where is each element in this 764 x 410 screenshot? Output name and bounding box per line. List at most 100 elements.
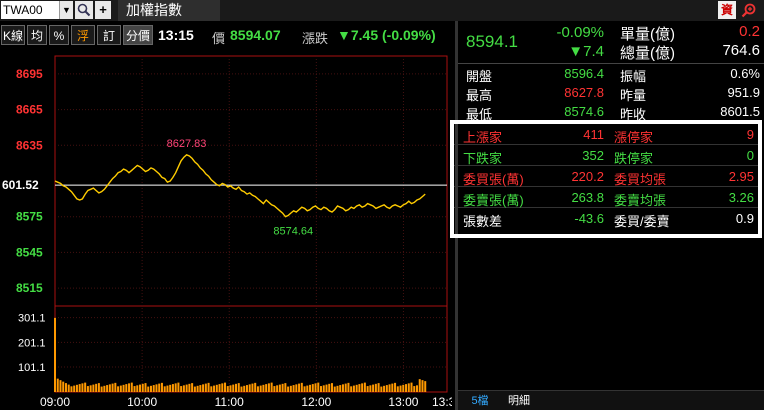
y-tick-label: 8515 bbox=[16, 281, 43, 295]
volume-bar bbox=[144, 383, 147, 392]
price-label: 價 bbox=[212, 31, 226, 46]
volume-bar bbox=[86, 386, 89, 392]
chart-grid bbox=[54, 55, 448, 393]
tab-details[interactable]: 明細 bbox=[504, 393, 534, 409]
volume-bar bbox=[56, 378, 59, 392]
volume-bar bbox=[141, 383, 144, 392]
volume-bar bbox=[410, 382, 413, 392]
volume-bar bbox=[229, 385, 232, 392]
volume-bar bbox=[270, 382, 273, 392]
volume-bar bbox=[262, 384, 265, 392]
volume-bar bbox=[369, 385, 372, 392]
breadth-row-up: 上漲家 411 漲停家 9 bbox=[454, 124, 758, 145]
price-value: 8594.07 bbox=[230, 27, 281, 43]
average-button[interactable]: 均 bbox=[27, 25, 47, 45]
volume-bar bbox=[224, 382, 227, 392]
quote-row-open: 開盤 8596.4 振幅 0.6% bbox=[458, 65, 764, 84]
volume-tick-label: 201.1 bbox=[18, 337, 46, 349]
volume-bar bbox=[84, 382, 87, 392]
volume-bar bbox=[405, 384, 408, 392]
symbol-dropdown-button[interactable]: ▼ bbox=[59, 1, 73, 19]
prev-close-value: 8601.5 bbox=[720, 104, 760, 119]
order-button[interactable]: 訂 bbox=[97, 25, 121, 45]
volume-bar bbox=[67, 384, 70, 392]
volume-bar bbox=[89, 385, 92, 392]
y-tick-label: 8545 bbox=[16, 245, 43, 259]
volume-bar bbox=[75, 384, 78, 392]
volume-bar bbox=[149, 385, 152, 392]
volume-bar bbox=[322, 385, 325, 392]
percent-button[interactable]: % bbox=[49, 25, 69, 45]
chart-toolbar: K線 均 % 浮 訂 分價 13:15 價 8594.07 漲跌 ▼7.45 (… bbox=[0, 24, 452, 46]
volume-bar bbox=[374, 383, 377, 392]
high-label: 8627.83 bbox=[167, 138, 207, 150]
quote-row-low: 最低 8574.6 昨收 8601.5 bbox=[458, 103, 764, 122]
volume-bar bbox=[341, 384, 344, 392]
volume-bar bbox=[122, 384, 125, 392]
volume-bar bbox=[265, 384, 268, 392]
unit-volume-label: 單量(億) bbox=[620, 26, 675, 43]
volume-bar bbox=[273, 386, 276, 392]
add-button[interactable]: + bbox=[95, 1, 111, 19]
volume-bar bbox=[174, 383, 177, 392]
search-button[interactable] bbox=[75, 1, 93, 19]
bid-volume-value: 220.2 bbox=[571, 169, 604, 184]
change-value: ▼7.45 (-0.09%) bbox=[337, 27, 436, 43]
tab-five-levels[interactable]: 5檔 bbox=[468, 393, 492, 409]
volume-bar bbox=[59, 380, 62, 392]
volume-bar bbox=[333, 386, 336, 392]
advancers-label: 上漲家 bbox=[463, 130, 503, 145]
volume-bar bbox=[218, 384, 221, 392]
volume-bar bbox=[421, 380, 424, 392]
volume-bar bbox=[399, 385, 402, 392]
magnifier-zoom-icon bbox=[741, 3, 756, 18]
intraday-chart[interactable]: 8695 8665 8635 601.52 8575 8545 8515 301.1 201.… bbox=[0, 48, 452, 410]
volume-bar bbox=[380, 386, 383, 392]
x-tick-label: 09:00 bbox=[40, 395, 70, 409]
volume-bar bbox=[309, 384, 312, 392]
volume-bar bbox=[70, 386, 73, 392]
volume-bar bbox=[407, 383, 410, 392]
volume-bar bbox=[289, 385, 292, 392]
symbol-input[interactable]: TWA00 bbox=[1, 1, 59, 19]
volume-bar bbox=[139, 384, 142, 392]
volume-bar bbox=[92, 384, 95, 392]
last-price: 8594.1 bbox=[466, 32, 518, 51]
total-volume-label: 總量(億) bbox=[620, 45, 675, 62]
volume-bar bbox=[394, 382, 397, 392]
volume-bar bbox=[267, 383, 270, 392]
volume-bar bbox=[78, 384, 81, 392]
y-tick-label: 8575 bbox=[16, 210, 43, 224]
volume-bar bbox=[81, 383, 84, 392]
zoom-button[interactable] bbox=[738, 1, 760, 19]
volume-bar bbox=[166, 385, 169, 392]
volume-bar bbox=[182, 385, 185, 392]
breadth-row-diff: 張數差 -43.6 委買/委賣 0.9 bbox=[454, 208, 758, 229]
y-tick-label: 8635 bbox=[16, 138, 43, 152]
float-button[interactable]: 浮 bbox=[71, 25, 95, 45]
volume-bar bbox=[383, 385, 386, 392]
volume-bar bbox=[125, 384, 128, 392]
volume-bar bbox=[366, 386, 369, 392]
volume-bar bbox=[169, 384, 172, 392]
volume-bar bbox=[226, 386, 229, 392]
open-label: 開盤 bbox=[466, 69, 493, 84]
panel-tabs: 5檔 明細 bbox=[458, 390, 764, 410]
quote-row-high: 最高 8627.8 昨量 951.9 bbox=[458, 84, 764, 103]
high-value: 8627.8 bbox=[564, 85, 604, 100]
volume-bar bbox=[177, 382, 180, 392]
volume-bar bbox=[281, 383, 284, 392]
quote-panel: 8594.1 -0.09% ▼7.4 單量(億) 0.2 總量(億) 764.6… bbox=[450, 21, 764, 410]
info-button[interactable]: 資 bbox=[718, 1, 736, 19]
volume-bar bbox=[130, 382, 133, 392]
volume-bar bbox=[106, 385, 109, 392]
kline-button[interactable]: K線 bbox=[1, 25, 25, 45]
breadth-row-down: 下跌家 352 跌停家 0 bbox=[454, 145, 758, 166]
ask-average-label: 委賣均張 bbox=[614, 193, 667, 208]
price-distribution-button[interactable]: 分價 bbox=[123, 25, 153, 45]
volume-bar bbox=[372, 384, 375, 392]
volume-bar bbox=[243, 385, 246, 392]
ask-average-value: 3.26 bbox=[728, 190, 754, 205]
volume-bar bbox=[248, 384, 251, 392]
time-axis: 09:00 10:00 11:00 12:00 13:00 13:30 bbox=[40, 395, 452, 409]
